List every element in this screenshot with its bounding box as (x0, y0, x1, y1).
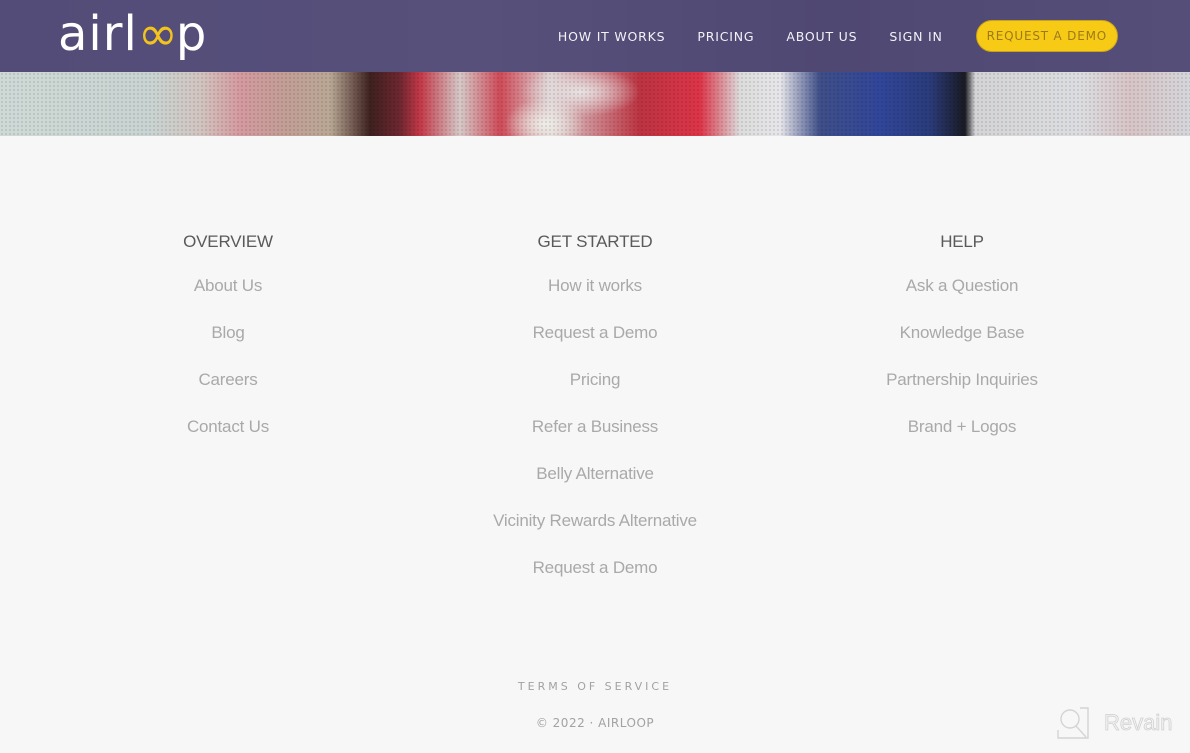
logo-text-prefix: airl (58, 6, 138, 62)
revain-watermark: Revain (1056, 706, 1173, 740)
footer-link-pricing[interactable]: Pricing (415, 366, 775, 413)
nav-how-it-works[interactable]: HOW IT WORKS (558, 29, 665, 44)
footer-link-request-demo-2[interactable]: Request a Demo (415, 554, 775, 601)
footer-column-get-started: GET STARTED How it works Request a Demo … (415, 228, 775, 601)
footer-link-contact-us[interactable]: Contact Us (48, 413, 408, 460)
footer-link-careers[interactable]: Careers (48, 366, 408, 413)
footer-column-overview: OVERVIEW About Us Blog Careers Contact U… (48, 228, 408, 460)
nav-pricing[interactable]: PRICING (697, 29, 754, 44)
revain-logo-icon (1057, 707, 1089, 739)
footer-link-about-us[interactable]: About Us (48, 272, 408, 319)
footer-heading-help: HELP (940, 232, 984, 251)
top-navigation-bar: airl ∞ p HOW IT WORKS PRICING ABOUT US SIG… (0, 0, 1190, 72)
footer-link-ask-question[interactable]: Ask a Question (782, 272, 1142, 319)
nav-about-us[interactable]: ABOUT US (786, 29, 857, 44)
request-demo-button[interactable]: REQUEST A DEMO (975, 20, 1118, 52)
footer-heading-get-started: GET STARTED (537, 232, 653, 251)
footer-link-knowledge-base[interactable]: Knowledge Base (782, 319, 1142, 366)
footer-heading-overview: OVERVIEW (183, 232, 273, 251)
hero-background-image (0, 72, 1190, 136)
main-nav: HOW IT WORKS PRICING ABOUT US SIGN IN RE… (558, 0, 1190, 72)
footer-link-how-it-works[interactable]: How it works (415, 272, 775, 319)
footer-column-help: HELP Ask a Question Knowledge Base Partn… (782, 228, 1142, 460)
footer-link-brand-logos[interactable]: Brand + Logos (782, 413, 1142, 460)
logo-text-suffix: p (175, 6, 208, 62)
footer-link-refer-business[interactable]: Refer a Business (415, 413, 775, 460)
revain-label: Revain (1104, 710, 1173, 736)
terms-of-service-link[interactable]: TERMS OF SERVICE (0, 680, 1190, 693)
footer-link-blog[interactable]: Blog (48, 319, 408, 366)
airloop-logo[interactable]: airl ∞ p (58, 4, 207, 64)
copyright-text: © 2022 · AIRLOOP (535, 716, 655, 730)
footer-link-belly-alternative[interactable]: Belly Alternative (415, 460, 775, 507)
footer-link-vicinity-rewards-alternative[interactable]: Vicinity Rewards Alternative (415, 507, 775, 554)
nav-sign-in[interactable]: SIGN IN (889, 29, 942, 44)
footer-link-request-demo[interactable]: Request a Demo (415, 319, 775, 366)
footer-link-partnership-inquiries[interactable]: Partnership Inquiries (782, 366, 1142, 413)
infinity-loop-icon: ∞ (137, 6, 178, 62)
